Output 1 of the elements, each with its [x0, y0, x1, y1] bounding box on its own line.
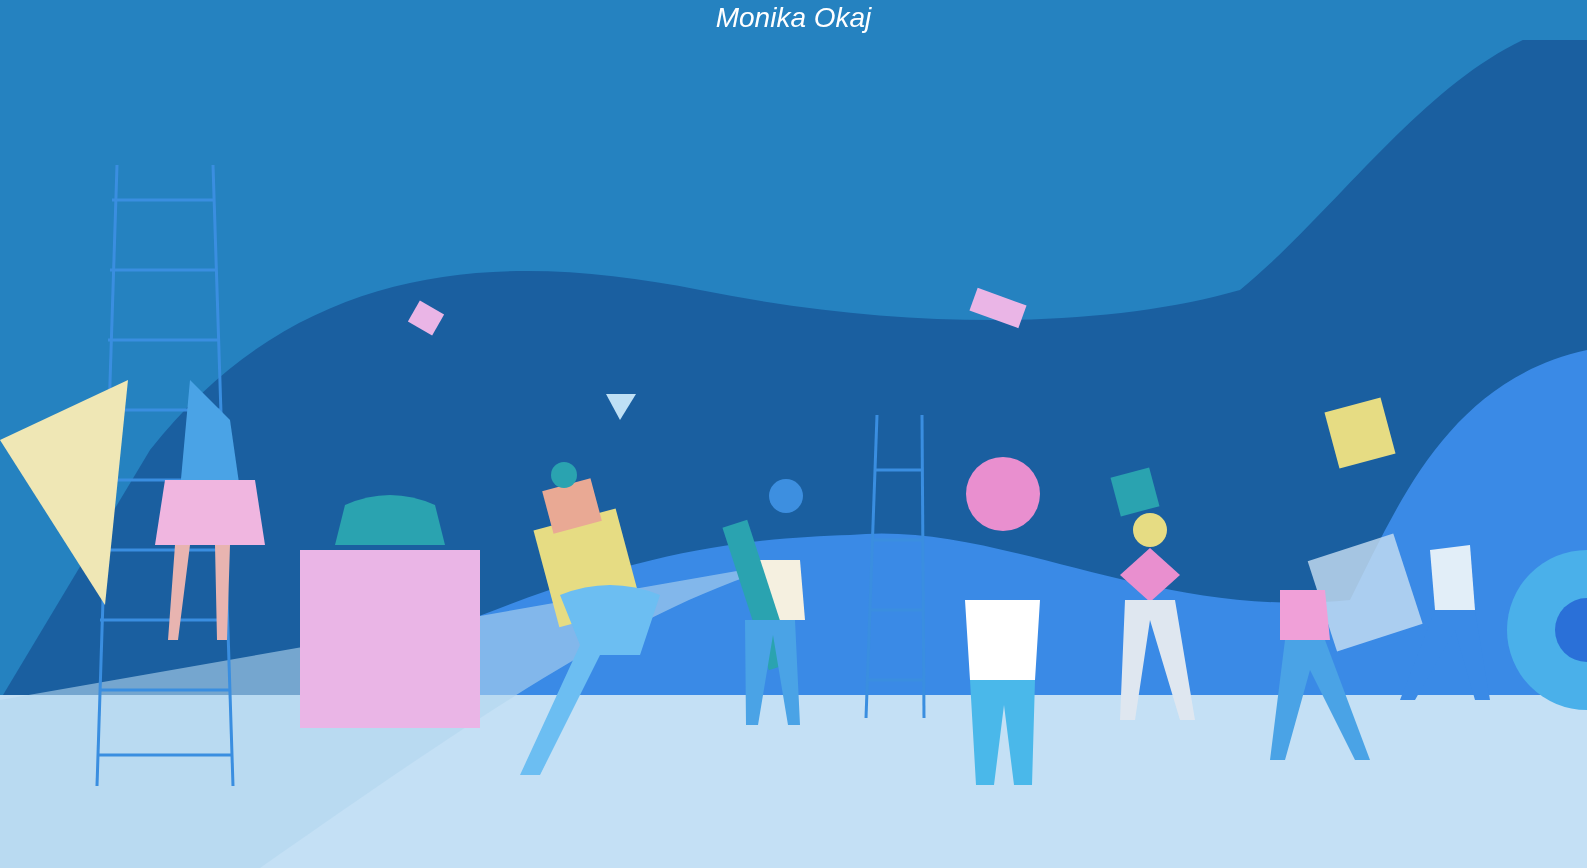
author-name: Monika Okaj	[715, 4, 872, 35]
